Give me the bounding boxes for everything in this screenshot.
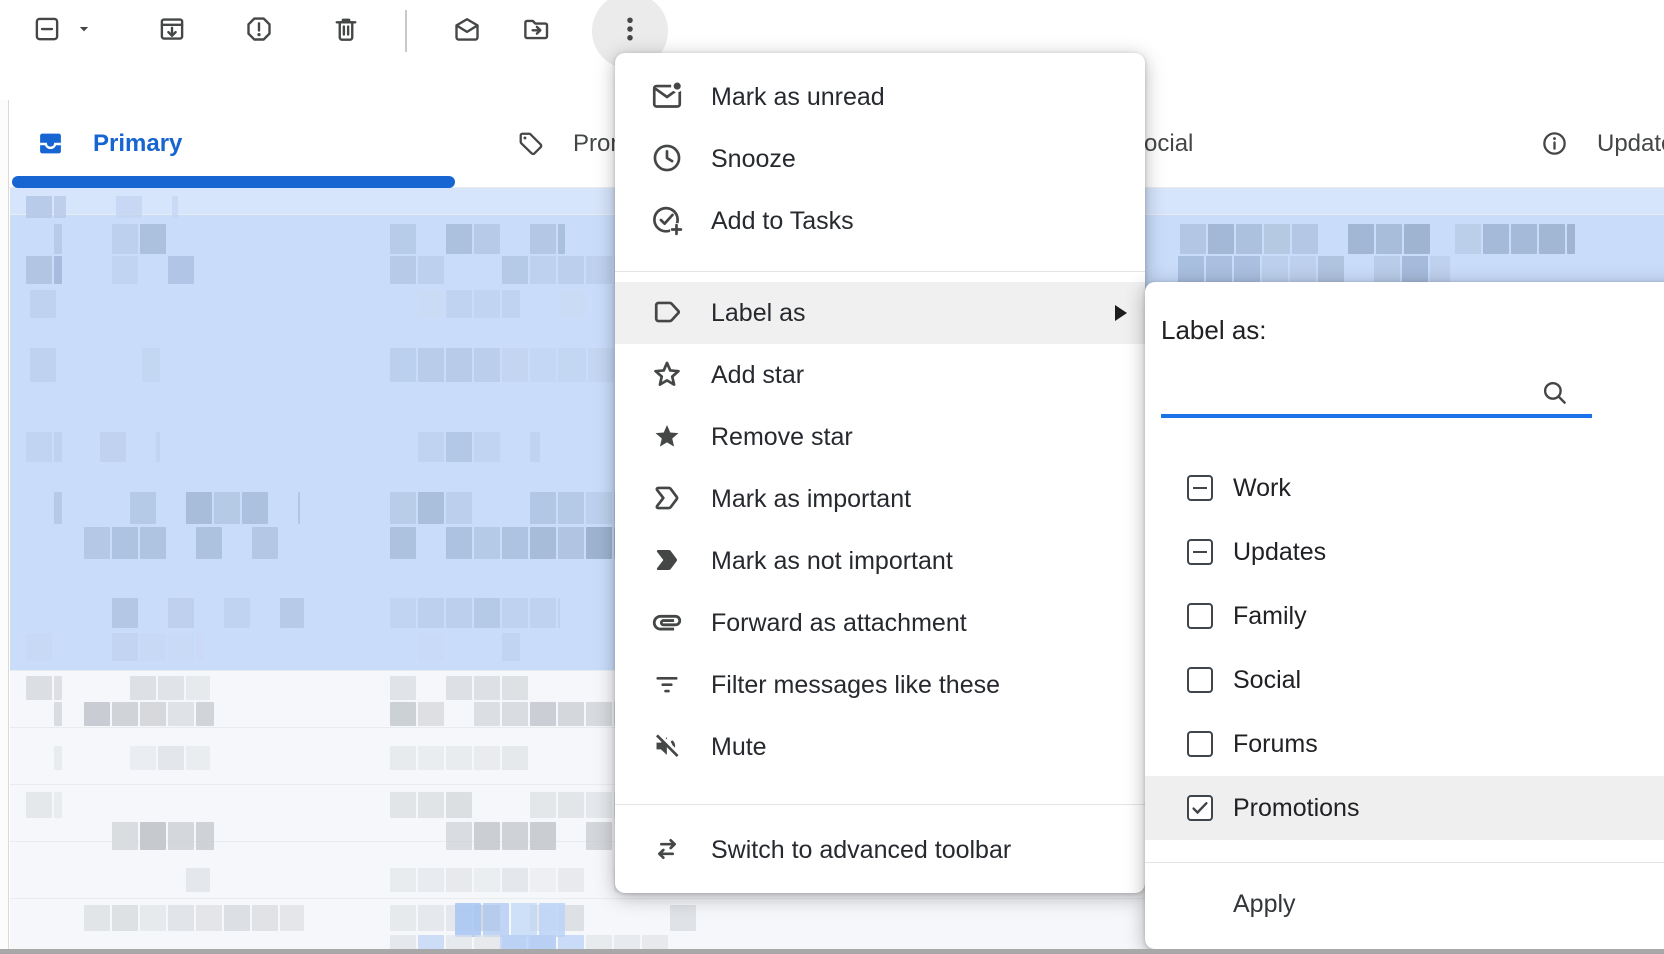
switch-arrows-icon xyxy=(650,832,686,868)
label-search-input[interactable] xyxy=(1161,372,1546,414)
label-option-text: Forums xyxy=(1233,730,1318,759)
label-option-social[interactable]: Social xyxy=(1145,648,1664,712)
label-option-text: Work xyxy=(1233,474,1291,503)
submenu-separator xyxy=(1145,862,1664,863)
archive-button[interactable] xyxy=(148,7,196,55)
menu-item-label: Switch to advanced toolbar xyxy=(711,836,1011,865)
label-option-updates[interactable]: Updates xyxy=(1145,520,1664,584)
mute-icon xyxy=(650,729,686,765)
label-option-work[interactable]: Work xyxy=(1145,456,1664,520)
paperclip-icon xyxy=(650,605,686,641)
label-search xyxy=(1161,372,1592,417)
tab-label: Updates xyxy=(1597,130,1664,158)
filter-icon xyxy=(650,667,686,703)
report-spam-icon xyxy=(244,14,274,49)
checkbox-indeterminate-icon xyxy=(32,14,62,49)
more-vertical-icon xyxy=(615,14,645,49)
window-bottom-edge xyxy=(0,949,1664,954)
checkbox-unchecked-icon[interactable] xyxy=(1187,667,1213,693)
chevron-right-icon xyxy=(1115,305,1127,321)
important-filled-icon xyxy=(650,543,686,579)
important-outline-icon xyxy=(650,481,686,517)
menu-item-label: Mute xyxy=(711,733,767,762)
checkbox-indeterminate-icon[interactable] xyxy=(1187,475,1213,501)
tab-label: Primary xyxy=(93,130,182,158)
checkbox-indeterminate-icon[interactable] xyxy=(1187,539,1213,565)
menu-item-add-star[interactable]: Add star xyxy=(615,344,1145,406)
menu-item-label: Forward as attachment xyxy=(711,609,967,638)
menu-item-mark-as-not-important[interactable]: Mark as not important xyxy=(615,530,1145,592)
checkbox-checked-icon[interactable] xyxy=(1187,795,1213,821)
menu-item-add-to-tasks[interactable]: Add to Tasks xyxy=(615,190,1145,252)
checkbox-unchecked-icon[interactable] xyxy=(1187,731,1213,757)
info-icon xyxy=(1540,129,1569,158)
active-tab-indicator xyxy=(12,176,455,188)
menu-item-mark-as-important[interactable]: Mark as important xyxy=(615,468,1145,530)
menu-separator xyxy=(615,271,1145,272)
menu-item-label: Remove star xyxy=(711,423,853,452)
caret-down-icon xyxy=(75,20,93,43)
toolbar-divider xyxy=(405,10,407,52)
select-dropdown-button[interactable] xyxy=(60,7,108,55)
apply-button[interactable]: Apply xyxy=(1233,890,1296,919)
menu-item-mute[interactable]: Mute xyxy=(615,716,1145,778)
label-option-text: Updates xyxy=(1233,538,1326,567)
mark-as-read-button[interactable] xyxy=(443,7,491,55)
label-option-text: Family xyxy=(1233,602,1307,631)
mark-unread-icon xyxy=(650,79,686,115)
label-option-promotions[interactable]: Promotions xyxy=(1145,776,1664,840)
tag-icon xyxy=(516,129,545,158)
report-spam-button[interactable] xyxy=(235,7,283,55)
star-filled-icon xyxy=(650,419,686,455)
star-outline-icon xyxy=(650,357,686,393)
menu-item-remove-star[interactable]: Remove star xyxy=(615,406,1145,468)
tab-updates[interactable]: Updates xyxy=(1540,100,1664,187)
menu-item-label: Add star xyxy=(711,361,804,390)
folder-move-icon xyxy=(521,14,551,49)
menu-item-label: Mark as important xyxy=(711,485,911,514)
menu-item-filter-messages-like-these[interactable]: Filter messages like these xyxy=(615,654,1145,716)
label-option-family[interactable]: Family xyxy=(1145,584,1664,648)
menu-item-label: Snooze xyxy=(711,145,796,174)
more-options-menu: Mark as unread Snooze Add to Tasks Label as… xyxy=(615,53,1145,893)
window-left-edge xyxy=(0,100,9,949)
checkbox-unchecked-icon[interactable] xyxy=(1187,603,1213,629)
move-to-button[interactable] xyxy=(512,7,560,55)
menu-item-label: Filter messages like these xyxy=(711,671,1000,700)
menu-item-label: Add to Tasks xyxy=(711,207,854,236)
menu-item-forward-as-attachment[interactable]: Forward as attachment xyxy=(615,592,1145,654)
label-option-text: Social xyxy=(1233,666,1301,695)
menu-item-snooze[interactable]: Snooze xyxy=(615,128,1145,190)
search-underline xyxy=(1161,414,1592,418)
label-as-submenu: Label as: Work Updates Family Social Forums P… xyxy=(1145,282,1664,949)
envelope-open-icon xyxy=(452,14,482,49)
gmail-window: Primary Promotions Social Updates Mark a… xyxy=(0,0,1664,954)
delete-button[interactable] xyxy=(322,7,370,55)
menu-item-label: Label as xyxy=(711,299,806,328)
search-icon xyxy=(1540,378,1570,408)
tab-primary[interactable]: Primary xyxy=(36,100,182,187)
menu-separator xyxy=(615,804,1145,805)
inbox-icon xyxy=(36,129,65,158)
menu-item-label: Mark as not important xyxy=(711,547,953,576)
label-option-forums[interactable]: Forums xyxy=(1145,712,1664,776)
label-as-title: Label as: xyxy=(1161,315,1267,346)
label-option-text: Promotions xyxy=(1233,794,1359,823)
menu-item-switch-to-advanced-toolbar[interactable]: Switch to advanced toolbar xyxy=(615,819,1145,881)
label-options-list: Work Updates Family Social Forums Promotions xyxy=(1145,456,1664,840)
label-icon xyxy=(650,295,686,331)
add-task-icon xyxy=(650,203,686,239)
archive-icon xyxy=(157,14,187,49)
menu-item-label-as[interactable]: Label as xyxy=(615,282,1145,344)
menu-item-mark-as-unread[interactable]: Mark as unread xyxy=(615,66,1145,128)
menu-item-label: Mark as unread xyxy=(711,83,885,112)
clock-icon xyxy=(650,141,686,177)
trash-icon xyxy=(331,14,361,49)
more-options-button[interactable] xyxy=(606,7,654,55)
